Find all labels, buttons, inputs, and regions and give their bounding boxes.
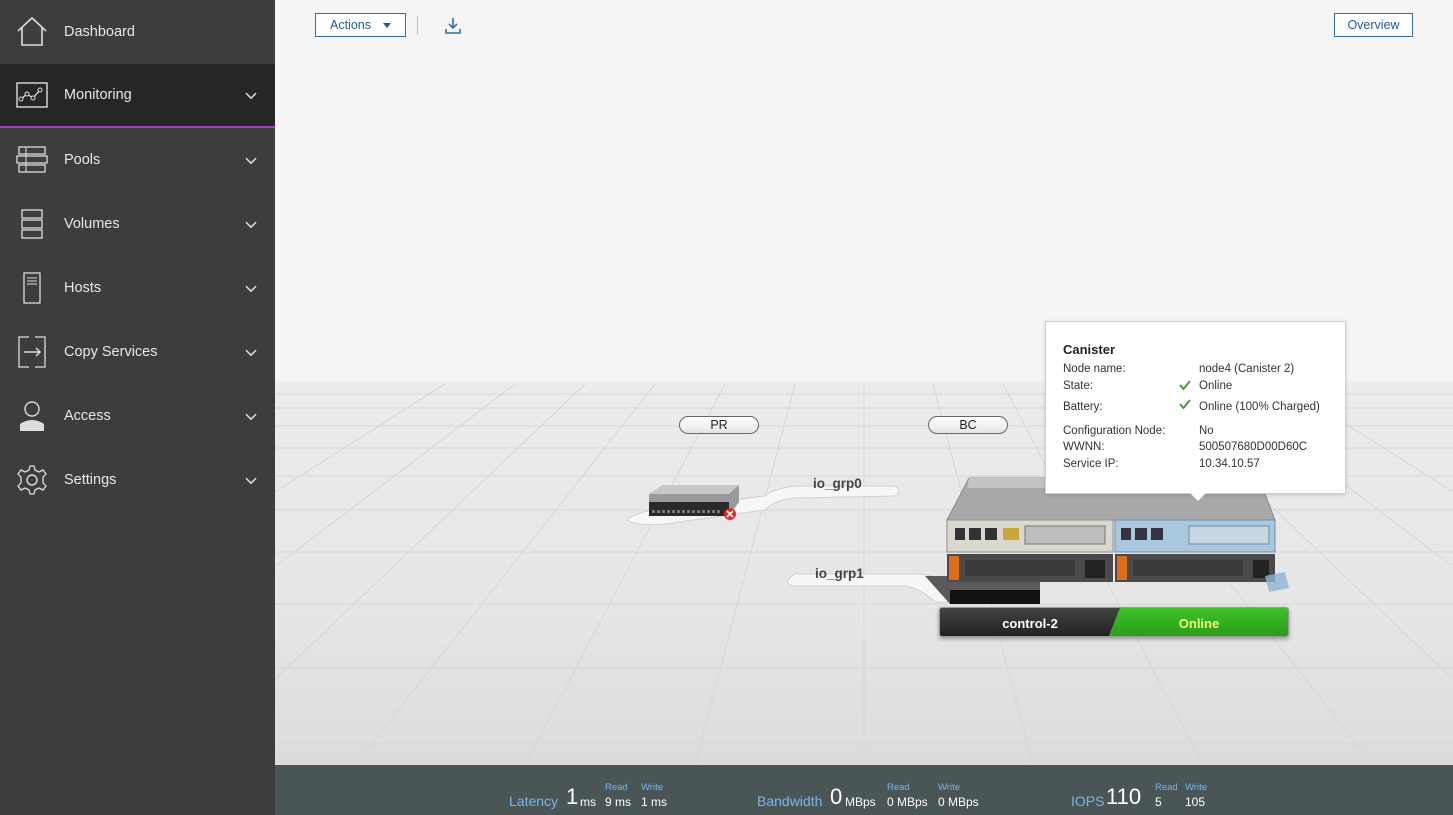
tooltip-key: WWNN: — [1063, 441, 1105, 453]
bandwidth-write-label: Write — [938, 782, 960, 793]
iops-label: IOPS — [1071, 793, 1105, 809]
io-grp1-label: io_grp1 — [815, 566, 864, 581]
chevron-down-icon — [245, 285, 257, 293]
nav-label: Volumes — [64, 216, 120, 232]
bandwidth-read-value: 0 MBps — [887, 795, 928, 809]
iops-read-label: Read — [1155, 782, 1178, 793]
nav-label: Monitoring — [64, 87, 132, 103]
chevron-down-icon — [245, 92, 257, 100]
chevron-down-icon — [245, 413, 257, 421]
site-label: BC — [959, 418, 977, 432]
node-status-bar[interactable]: control-2 Online — [939, 607, 1289, 637]
pools-icon — [16, 144, 48, 176]
system-view: Actions Overview PR BC io_grp0 io_grp1 c… — [275, 0, 1453, 765]
tooltip-value: Online (100% Charged) — [1199, 401, 1320, 413]
copy-services-icon — [16, 336, 48, 368]
actions-button[interactable]: Actions — [315, 13, 406, 37]
sidebar: Dashboard Monitoring Pools Volumes Hosts… — [0, 0, 275, 815]
tooltip-pointer — [1190, 493, 1206, 501]
chevron-down-icon — [245, 221, 257, 229]
site-label: PR — [710, 418, 728, 432]
latency-unit: ms — [580, 795, 596, 809]
latency-label: Latency — [509, 793, 559, 809]
io-grp0-enclosure[interactable] — [645, 484, 741, 524]
tooltip-value: Online — [1199, 380, 1233, 392]
chevron-down-icon — [245, 477, 257, 485]
error-icon — [724, 508, 736, 520]
bandwidth-label: Bandwidth — [757, 793, 823, 809]
overview-button[interactable]: Overview — [1334, 13, 1413, 37]
nav-label: Access — [64, 408, 111, 424]
bandwidth-unit: MBps — [845, 795, 876, 809]
latency-write-value: 1 ms — [641, 795, 668, 809]
nav-label: Settings — [64, 472, 117, 488]
node-status-badge: Online — [1108, 608, 1288, 636]
checkmark-icon — [1179, 380, 1191, 391]
volumes-icon — [16, 208, 48, 240]
bandwidth-value: 0 — [830, 784, 843, 809]
tooltip-value: node4 (Canister 2) — [1199, 363, 1295, 375]
checkmark-icon — [1179, 399, 1191, 410]
toolbar-divider — [417, 16, 418, 34]
nav-item-copy-services[interactable]: Copy Services — [0, 320, 275, 384]
canister-tooltip: Canister Node name: node4 (Canister 2) S… — [1045, 321, 1346, 501]
monitoring-icon — [16, 79, 48, 111]
tooltip-key: State: — [1063, 380, 1094, 392]
hosts-icon — [16, 272, 48, 304]
control-2-enclosure[interactable] — [925, 476, 1295, 606]
performance-bar[interactable]: Latency 1 ms Read 9 ms Write 1 ms Bandwi… — [275, 765, 1453, 815]
home-icon — [16, 16, 48, 48]
latency-read-value: 9 ms — [605, 795, 632, 809]
tooltip-key: Node name: — [1063, 363, 1126, 375]
iops-value: 110 — [1106, 784, 1142, 809]
chevron-down-icon — [245, 349, 257, 357]
actions-label: Actions — [330, 18, 371, 32]
nav-item-volumes[interactable]: Volumes — [0, 192, 275, 256]
nav-item-pools[interactable]: Pools — [0, 128, 275, 192]
latency-write-label: Write — [641, 782, 663, 793]
tooltip-title: Canister — [1063, 342, 1116, 357]
nav-label: Copy Services — [64, 344, 158, 360]
tooltip-key: Service IP: — [1063, 458, 1119, 470]
site-bc[interactable]: BC — [928, 416, 1008, 434]
settings-icon — [16, 464, 48, 496]
caret-down-icon — [383, 22, 391, 28]
iops-write-label: Write — [1185, 782, 1207, 793]
tooltip-value: 10.34.10.57 — [1199, 458, 1260, 470]
latency-read-label: Read — [605, 782, 628, 793]
tooltip-value: 500507680D00D60C — [1199, 441, 1308, 453]
nav-item-settings[interactable]: Settings — [0, 448, 275, 512]
nav-label: Hosts — [64, 280, 102, 296]
iops-read-value: 5 — [1155, 795, 1162, 809]
latency-value: 1 — [566, 784, 579, 809]
nav-item-monitoring[interactable]: Monitoring — [0, 64, 275, 128]
site-pr[interactable]: PR — [679, 416, 759, 434]
tooltip-key: Battery: — [1063, 401, 1103, 413]
tooltip-key: Configuration Node: — [1063, 425, 1166, 437]
nav-item-dashboard[interactable]: Dashboard — [0, 0, 275, 64]
nav-item-hosts[interactable]: Hosts — [0, 256, 275, 320]
bandwidth-read-label: Read — [887, 782, 910, 793]
bandwidth-write-value: 0 MBps — [938, 795, 979, 809]
download-icon[interactable] — [443, 16, 463, 36]
nav-label: Pools — [64, 152, 101, 168]
nav-item-access[interactable]: Access — [0, 384, 275, 448]
nav-label: Dashboard — [64, 24, 135, 40]
tooltip-value: No — [1199, 425, 1214, 437]
chevron-down-icon — [245, 157, 257, 165]
overview-label: Overview — [1347, 18, 1400, 32]
iops-write-value: 105 — [1185, 795, 1206, 809]
io-grp0-label: io_grp0 — [813, 476, 862, 491]
node-name: control-2 — [940, 608, 1120, 636]
access-icon — [16, 400, 48, 432]
